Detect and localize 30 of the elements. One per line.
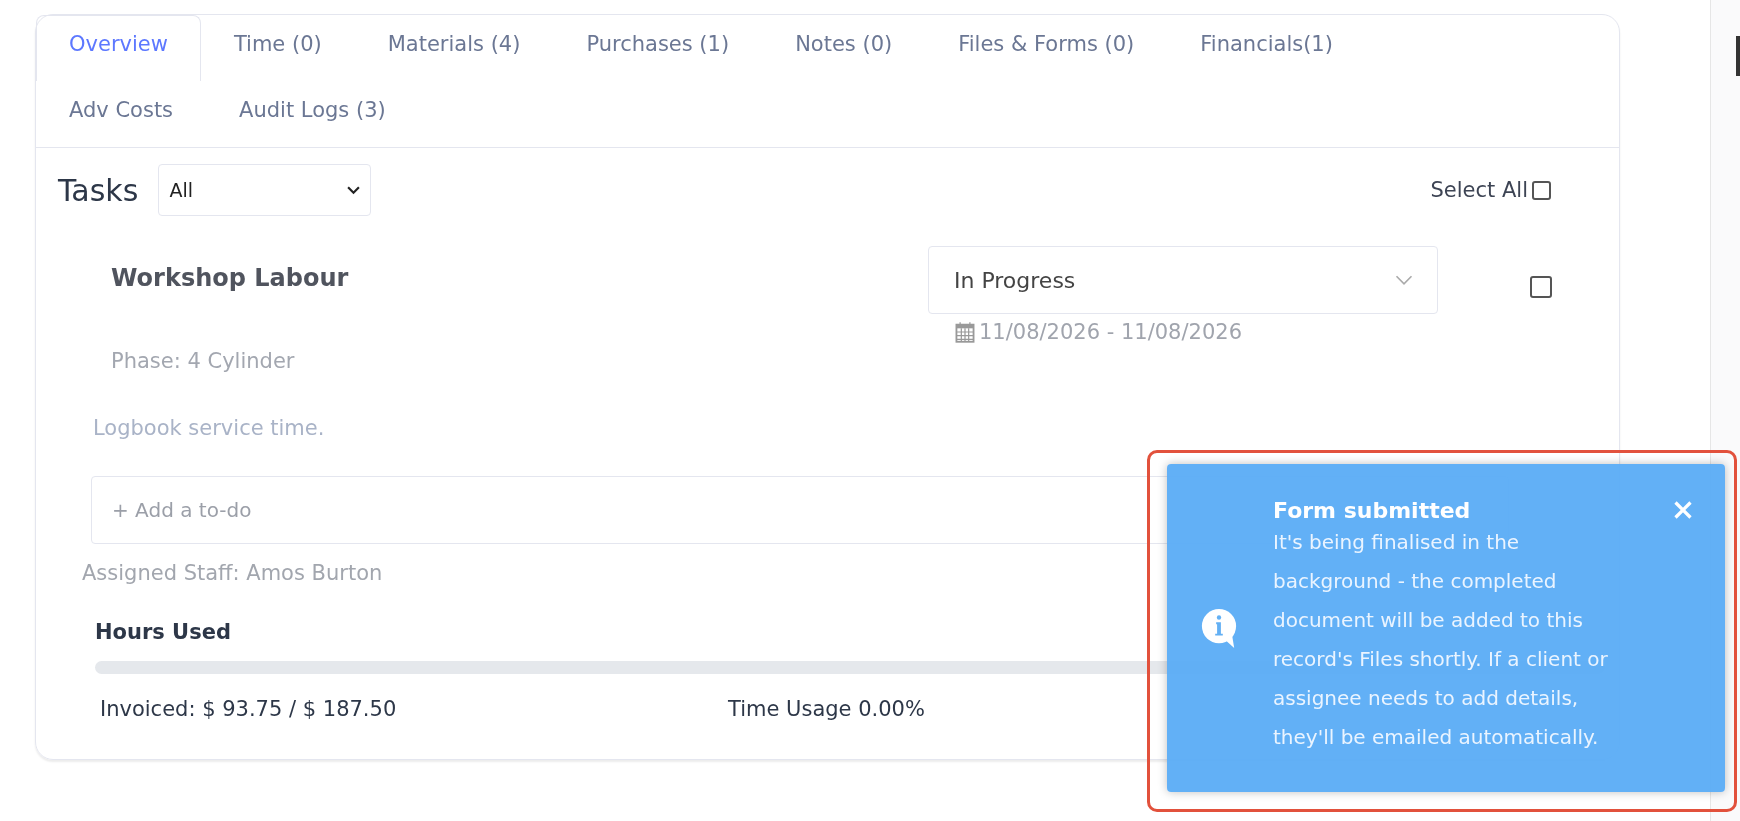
- info-icon: [1200, 607, 1238, 649]
- close-icon: [1673, 500, 1693, 520]
- assigned-staff-text: Assigned Staff: Amos Burton: [82, 561, 383, 585]
- section-title: Tasks: [58, 172, 139, 208]
- tab[interactable]: Overview: [36, 15, 201, 81]
- select-all-checkbox[interactable]: [1532, 180, 1551, 200]
- time-usage-text: Time Usage 0.00%: [728, 697, 925, 721]
- tab[interactable]: Notes (0): [762, 15, 926, 75]
- calendar-icon: [955, 321, 975, 343]
- tab[interactable]: Financials(1): [1167, 15, 1366, 75]
- chevron-icon: [347, 185, 361, 195]
- tab[interactable]: Audit Logs (3): [206, 81, 419, 141]
- date-range: 11/08/2026 - 11/08/2026: [979, 320, 1242, 344]
- invoiced-text: Invoiced: $ 93.75 / $ 187.50: [100, 697, 398, 721]
- task-description: Logbook service time.: [93, 416, 326, 440]
- tab[interactable]: Files & Forms (0): [925, 15, 1168, 75]
- tab[interactable]: Materials (4): [354, 15, 554, 75]
- phase-text: Phase: 4 Cylinder: [111, 349, 296, 373]
- status-dropdown[interactable]: In Progress: [928, 246, 1438, 314]
- tab[interactable]: Time (0): [200, 15, 355, 75]
- hours-used-label: Hours Used: [95, 620, 231, 644]
- filter-dropdown[interactable]: All: [158, 164, 372, 216]
- toast-title: Form submitted: [1273, 498, 1472, 523]
- tab[interactable]: Purchases (1): [553, 15, 763, 75]
- task-checkbox[interactable]: [1530, 276, 1552, 298]
- chevron-icon: [1395, 275, 1413, 285]
- task-title: Workshop Labour: [111, 264, 350, 292]
- select-all-label: Select All: [1430, 178, 1528, 202]
- tab[interactable]: Adv Costs: [36, 81, 207, 141]
- panel-edge: [1736, 36, 1740, 76]
